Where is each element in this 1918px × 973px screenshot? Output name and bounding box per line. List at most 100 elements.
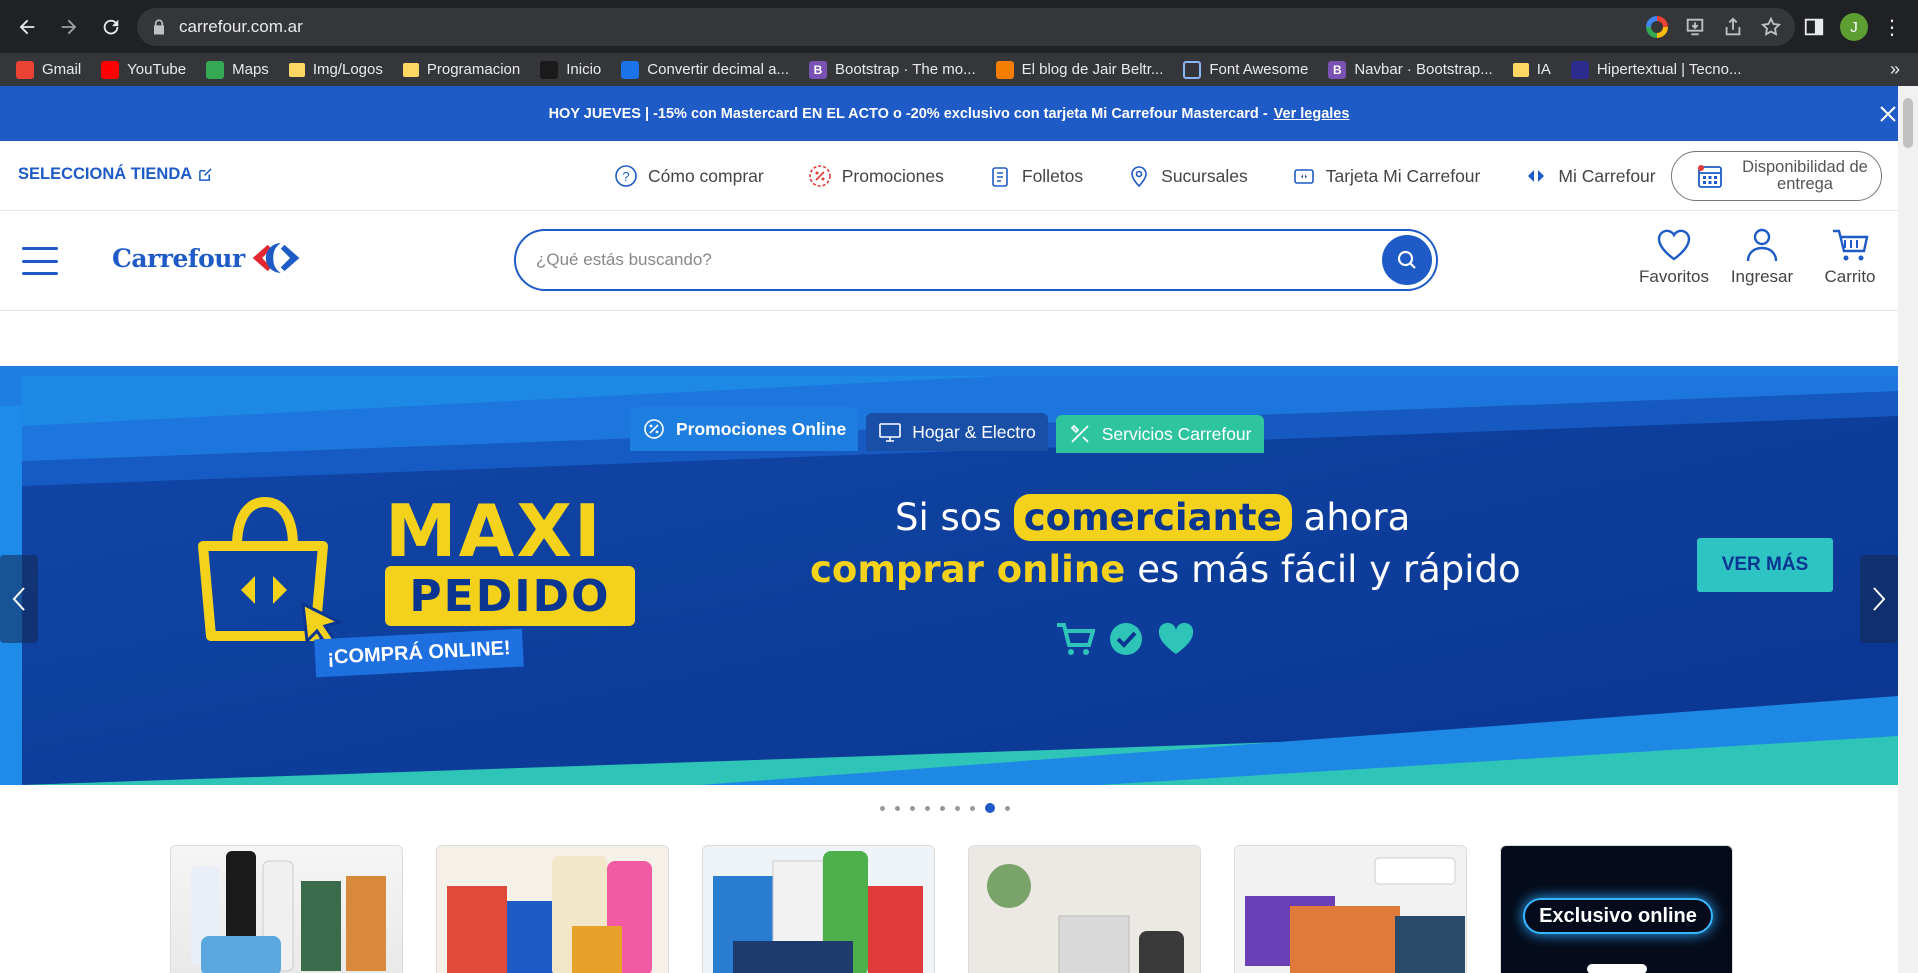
tarjeta-link[interactable]: Tarjeta Mi Carrefour xyxy=(1292,164,1480,188)
exclusive-online-label: Exclusivo online xyxy=(1523,898,1713,934)
card-pantry[interactable] xyxy=(702,845,935,973)
share-icon[interactable] xyxy=(1721,15,1745,39)
category-tabs: Promociones Online Hogar & Electro Servi… xyxy=(630,407,1264,453)
lock-icon xyxy=(154,19,164,35)
search-input[interactable] xyxy=(536,245,1316,275)
bookmark-4[interactable]: Programacion xyxy=(402,61,520,78)
folder-icon xyxy=(288,62,305,77)
hamburger-menu-icon[interactable] xyxy=(22,247,58,275)
forward-button[interactable] xyxy=(50,8,88,46)
bookmark-2[interactable]: Maps xyxy=(206,60,269,79)
bookmark-label: Bootstrap · The mo... xyxy=(835,61,976,78)
back-button[interactable] xyxy=(8,8,46,46)
ingresar-link[interactable]: Ingresar xyxy=(1718,225,1806,287)
availability-button[interactable]: Disponibilidad de entrega xyxy=(1671,151,1882,201)
site-icon xyxy=(1570,60,1589,79)
bookmark-3[interactable]: Img/Logos xyxy=(288,61,383,78)
reload-button[interactable] xyxy=(92,8,130,46)
carrito-link[interactable]: Carrito xyxy=(1806,225,1894,287)
search-button[interactable] xyxy=(1382,235,1432,285)
heart-icon xyxy=(1657,229,1691,261)
bookmark-12[interactable]: Hipertextual | Tecno... xyxy=(1570,60,1741,79)
favoritos-label: Favoritos xyxy=(1639,267,1709,286)
check-circle-icon xyxy=(1110,623,1142,655)
store-select-label: SELECCIONÁ TIENDA xyxy=(18,165,193,183)
profile-avatar[interactable]: J xyxy=(1840,13,1868,41)
page-scrollbar[interactable] xyxy=(1898,86,1918,973)
subheadline-highlight: comprar online xyxy=(810,548,1126,591)
tab-promociones-online[interactable]: Promociones Online xyxy=(630,407,859,451)
address-bar[interactable]: carrefour.com.ar xyxy=(137,8,1795,46)
favoritos-link[interactable]: Favoritos xyxy=(1630,225,1718,287)
folder-icon xyxy=(1512,62,1529,77)
install-icon[interactable] xyxy=(1683,15,1707,39)
page-content: HOY JUEVES | -15% con Mastercard EN EL A… xyxy=(0,86,1898,973)
promociones-link[interactable]: Promociones xyxy=(808,164,944,188)
bookmark-0[interactable]: Gmail xyxy=(16,60,82,79)
logo-text: Carrefour xyxy=(112,243,245,273)
mi-carrefour-link[interactable]: Mi Carrefour xyxy=(1524,164,1656,188)
carousel-dot[interactable] xyxy=(895,805,900,811)
bookmark-label: IA xyxy=(1536,61,1551,78)
cart-icon xyxy=(1833,229,1869,261)
promo-banner: HOY JUEVES | -15% con Mastercard EN EL A… xyxy=(0,86,1898,141)
carousel-prev-button[interactable] xyxy=(0,555,38,643)
carousel-dot[interactable] xyxy=(925,805,930,811)
carrefour-emblem-icon xyxy=(252,243,300,273)
bookmark-1[interactable]: YouTube xyxy=(101,60,186,79)
hero-icons xyxy=(1055,621,1195,657)
carousel-dot[interactable] xyxy=(985,803,995,813)
sucursales-link[interactable]: Sucursales xyxy=(1127,164,1248,188)
headline-highlight: comerciante xyxy=(1013,494,1292,541)
bookmark-label: Img/Logos xyxy=(312,61,383,78)
carousel-next-button[interactable] xyxy=(1860,555,1898,643)
close-icon[interactable] xyxy=(1878,104,1898,124)
calendar-icon xyxy=(1698,165,1722,188)
carrefour-logo[interactable]: Carrefour xyxy=(112,239,305,277)
utility-bar: SELECCIONÁ TIENDA ? Cómo comprar Promoci… xyxy=(0,141,1898,211)
menu-icon[interactable]: ⋮ xyxy=(1882,15,1902,40)
tab-hogar-electro[interactable]: Hogar & Electro xyxy=(866,413,1048,451)
carousel-dot[interactable] xyxy=(910,805,915,811)
site-icon xyxy=(540,60,559,79)
bookmark-label: Font Awesome xyxy=(1209,61,1309,78)
google-lens-icon[interactable] xyxy=(1645,15,1669,39)
maps-icon xyxy=(206,60,225,79)
como-comprar-link[interactable]: ? Cómo comprar xyxy=(614,164,764,188)
gear-icon xyxy=(621,60,640,79)
card-icon xyxy=(1293,169,1314,184)
bookmark-8[interactable]: El blog de Jair Beltr... xyxy=(995,60,1163,79)
bookmark-star-icon[interactable] xyxy=(1759,15,1783,39)
card-home-heating[interactable] xyxy=(968,845,1201,973)
carousel-dot[interactable] xyxy=(940,805,945,811)
card-electronics[interactable] xyxy=(1234,845,1467,973)
bookmark-5[interactable]: Inicio xyxy=(540,60,602,79)
question-icon: ? xyxy=(615,165,637,187)
scrollbar-thumb[interactable] xyxy=(1903,98,1913,148)
carousel-dots xyxy=(880,803,1010,813)
more-bookmarks-icon[interactable]: » xyxy=(1890,59,1900,80)
blogger-icon xyxy=(995,60,1014,79)
card-personal-care[interactable] xyxy=(170,845,403,973)
side-panel-icon[interactable] xyxy=(1802,15,1826,39)
card-exclusive-online[interactable]: Exclusivo online xyxy=(1500,845,1733,973)
carousel-dot[interactable] xyxy=(970,805,975,811)
bookmark-6[interactable]: Convertir decimal a... xyxy=(621,60,789,79)
folletos-link[interactable]: Folletos xyxy=(988,164,1083,188)
bookmark-label: Gmail xyxy=(42,61,82,78)
legales-link[interactable]: Ver legales xyxy=(1274,106,1350,122)
tab-servicios-carrefour[interactable]: Servicios Carrefour xyxy=(1055,415,1264,453)
ver-mas-button[interactable]: VER MÁS xyxy=(1697,538,1833,592)
bookmark-label: Inicio xyxy=(566,61,602,78)
card-groceries[interactable] xyxy=(436,845,669,973)
bookmark-11[interactable]: IA xyxy=(1512,61,1551,78)
bookmark-10[interactable]: B Navbar · Bootstrap... xyxy=(1328,60,1493,79)
carousel-dot[interactable] xyxy=(880,805,885,811)
store-select-link[interactable]: SELECCIONÁ TIENDA xyxy=(18,165,213,184)
sucursales-label: Sucursales xyxy=(1161,165,1248,186)
carousel-dot[interactable] xyxy=(955,805,960,811)
carousel-dot[interactable] xyxy=(1005,805,1010,811)
bookmark-9[interactable]: Font Awesome xyxy=(1183,60,1309,79)
bootstrap-icon: B xyxy=(809,60,827,79)
bookmark-7[interactable]: B Bootstrap · The mo... xyxy=(809,60,976,79)
